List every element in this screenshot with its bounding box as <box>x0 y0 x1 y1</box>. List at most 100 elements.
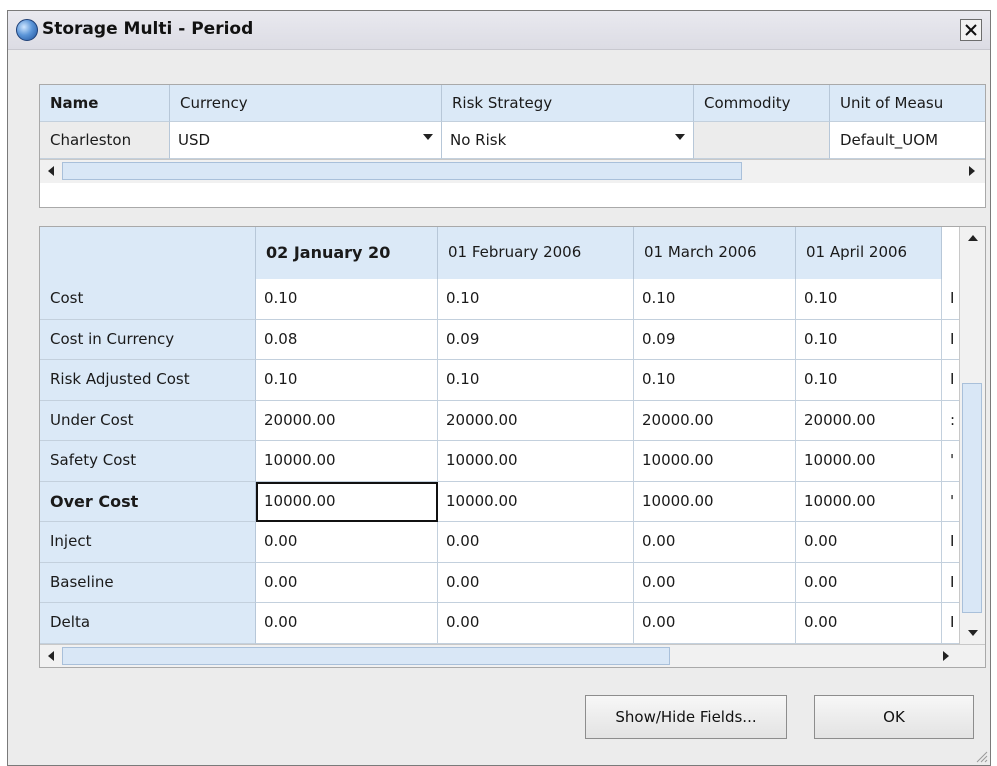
currency-select[interactable]: USD <box>170 122 442 159</box>
grid-cell[interactable]: 0.00 <box>256 603 438 644</box>
row-label[interactable]: Risk Adjusted Cost <box>40 360 256 401</box>
risk-strategy-select[interactable]: No Risk <box>442 122 694 159</box>
storage-multi-period-dialog: Storage Multi - Period Name Currency Ris… <box>7 10 991 766</box>
grid-cell[interactable]: 10000.00 <box>796 481 942 522</box>
grid-cell[interactable]: 20000.00 <box>634 400 796 441</box>
grid-row-under-cost: Under Cost 20000.00 20000.00 20000.00 20… <box>40 400 962 441</box>
grid-cell[interactable]: 0.00 <box>256 522 438 563</box>
grid-cell[interactable]: 10000.00 <box>256 441 438 482</box>
grid-cell[interactable]: 10000.00 <box>634 481 796 522</box>
grid-cell[interactable]: 0.00 <box>438 603 634 644</box>
close-button[interactable] <box>960 19 982 41</box>
grid-row-cost: Cost 0.10 0.10 0.10 0.10 I <box>40 279 962 320</box>
show-hide-fields-button[interactable]: Show/Hide Fields... <box>585 695 787 739</box>
currency-value: USD <box>178 131 211 149</box>
grid-cell[interactable]: 0.00 <box>796 522 942 563</box>
grid-row-cost-in-currency: Cost in Currency 0.08 0.09 0.09 0.10 I <box>40 319 962 360</box>
grid-cell[interactable]: 0.09 <box>438 319 634 360</box>
grid-row-delta: Delta 0.00 0.00 0.00 0.00 I <box>40 603 962 644</box>
scrollbar-thumb[interactable] <box>962 383 982 613</box>
row-label[interactable]: Cost <box>40 279 256 320</box>
grid-cell[interactable]: 20000.00 <box>438 400 634 441</box>
period-grid-header: 02 January 20 01 February 2006 01 March … <box>40 227 942 279</box>
chevron-down-icon[interactable] <box>423 134 433 140</box>
period-data-grid: 02 January 20 01 February 2006 01 March … <box>39 226 986 668</box>
col-header-commodity[interactable]: Commodity <box>694 85 830 122</box>
grid-cell-selected[interactable]: 10000.00 <box>256 481 438 522</box>
grid-row-baseline: Baseline 0.00 0.00 0.00 0.00 I <box>40 562 962 603</box>
record-grid-horizontal-scrollbar[interactable] <box>40 159 985 183</box>
grid-cell[interactable]: 0.00 <box>438 522 634 563</box>
grid-cell[interactable]: 0.00 <box>256 562 438 603</box>
row-label[interactable]: Inject <box>40 522 256 563</box>
col-header-name[interactable]: Name <box>40 85 170 122</box>
row-label[interactable]: Baseline <box>40 562 256 603</box>
resize-grip-icon[interactable] <box>974 749 988 763</box>
grid-cell[interactable]: 10000.00 <box>438 481 634 522</box>
scrollbar-thumb[interactable] <box>62 647 670 665</box>
ok-button[interactable]: OK <box>814 695 974 739</box>
scroll-right-icon[interactable] <box>969 166 975 176</box>
grid-cell[interactable]: 20000.00 <box>796 400 942 441</box>
grid-cell[interactable]: 0.10 <box>256 360 438 401</box>
period-grid-body: Cost 0.10 0.10 0.10 0.10 I Cost in Curre… <box>40 279 962 644</box>
col-header-risk-strategy[interactable]: Risk Strategy <box>442 85 694 122</box>
scroll-down-icon[interactable] <box>968 630 978 636</box>
grid-cell[interactable]: 0.00 <box>634 522 796 563</box>
record-grid: Name Currency Risk Strategy Commodity Un… <box>39 84 986 208</box>
scroll-left-icon[interactable] <box>48 166 54 176</box>
scroll-right-icon[interactable] <box>943 651 949 661</box>
period-grid-vertical-scrollbar[interactable] <box>959 227 985 644</box>
grid-row-inject: Inject 0.00 0.00 0.00 0.00 I <box>40 522 962 563</box>
grid-cell[interactable]: 10000.00 <box>634 441 796 482</box>
grid-cell[interactable]: 10000.00 <box>438 441 634 482</box>
grid-cell[interactable]: 0.10 <box>634 360 796 401</box>
col-header-period-1[interactable]: 02 January 20 <box>256 227 438 279</box>
grid-cell[interactable]: 0.00 <box>634 562 796 603</box>
grid-cell[interactable]: 0.10 <box>796 360 942 401</box>
grid-cell[interactable]: 0.09 <box>634 319 796 360</box>
name-cell[interactable]: Charleston <box>40 122 170 159</box>
unit-of-measure-cell[interactable]: Default_UOM <box>830 122 985 159</box>
risk-strategy-value: No Risk <box>450 131 507 149</box>
grid-cell[interactable]: 0.10 <box>438 279 634 320</box>
grid-cell[interactable]: 10000.00 <box>796 441 942 482</box>
globe-icon <box>16 19 38 41</box>
scroll-up-icon[interactable] <box>968 235 978 241</box>
grid-cell[interactable]: 0.10 <box>796 319 942 360</box>
col-header-period-4[interactable]: 01 April 2006 <box>796 227 942 279</box>
row-label[interactable]: Cost in Currency <box>40 319 256 360</box>
grid-cell[interactable]: 20000.00 <box>256 400 438 441</box>
grid-cell[interactable]: 0.00 <box>634 603 796 644</box>
grid-cell[interactable]: 0.08 <box>256 319 438 360</box>
period-grid-horizontal-scrollbar[interactable] <box>40 644 985 667</box>
row-label[interactable]: Safety Cost <box>40 441 256 482</box>
title-bar[interactable]: Storage Multi - Period <box>8 11 990 50</box>
row-label[interactable]: Under Cost <box>40 400 256 441</box>
col-header-period-3[interactable]: 01 March 2006 <box>634 227 796 279</box>
close-icon <box>965 24 977 36</box>
col-header-period-2[interactable]: 01 February 2006 <box>438 227 634 279</box>
window-title: Storage Multi - Period <box>42 19 254 39</box>
row-label[interactable]: Delta <box>40 603 256 644</box>
row-label[interactable]: Over Cost <box>40 481 256 522</box>
scrollbar-thumb[interactable] <box>62 162 742 180</box>
commodity-cell[interactable] <box>694 122 830 159</box>
grid-cell[interactable]: 0.10 <box>438 360 634 401</box>
grid-cell[interactable]: 0.00 <box>796 603 942 644</box>
grid-row-safety-cost: Safety Cost 10000.00 10000.00 10000.00 1… <box>40 441 962 482</box>
record-grid-row: Charleston USD No Risk Default_UOM <box>40 122 985 159</box>
grid-row-over-cost: Over Cost 10000.00 10000.00 10000.00 100… <box>40 481 962 522</box>
grid-cell[interactable]: 0.00 <box>796 562 942 603</box>
col-header-unit-of-measure[interactable]: Unit of Measu <box>830 85 985 122</box>
record-grid-header: Name Currency Risk Strategy Commodity Un… <box>40 85 985 122</box>
corner-header <box>40 227 256 279</box>
grid-cell[interactable]: 0.10 <box>256 279 438 320</box>
grid-cell[interactable]: 0.10 <box>796 279 942 320</box>
grid-cell[interactable]: 0.10 <box>634 279 796 320</box>
grid-row-risk-adjusted-cost: Risk Adjusted Cost 0.10 0.10 0.10 0.10 I <box>40 360 962 401</box>
chevron-down-icon[interactable] <box>675 134 685 140</box>
col-header-currency[interactable]: Currency <box>170 85 442 122</box>
scroll-left-icon[interactable] <box>48 651 54 661</box>
grid-cell[interactable]: 0.00 <box>438 562 634 603</box>
